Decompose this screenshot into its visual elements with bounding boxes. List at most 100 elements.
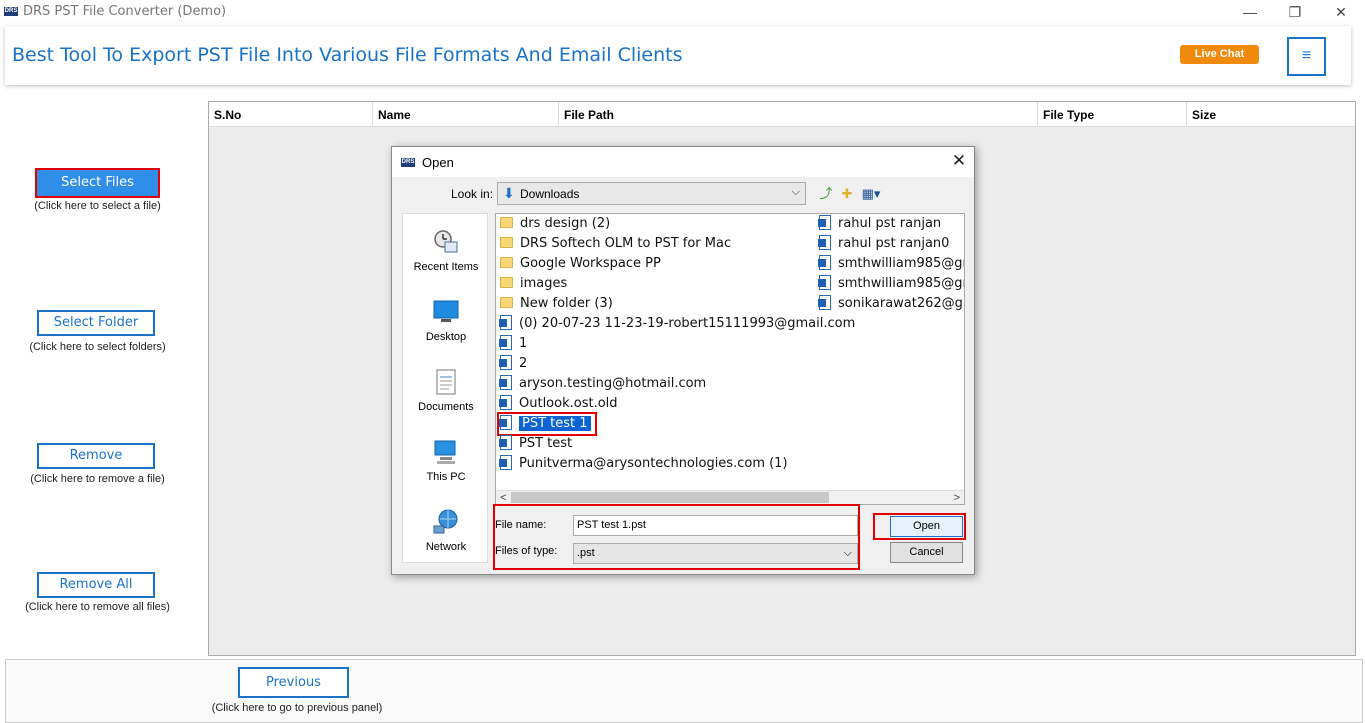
outlook-file-icon — [818, 255, 831, 270]
outlook-file-icon — [499, 355, 512, 370]
header-banner: Best Tool To Export PST File Into Variou… — [5, 26, 1351, 85]
outlook-file-icon — [818, 235, 831, 250]
restore-icon[interactable]: ❐ — [1285, 2, 1305, 22]
downloads-folder-icon: ⬇ — [503, 185, 515, 201]
look-in-label: Look in: — [451, 187, 494, 201]
window-title: DRS PST File Converter (Demo) — [23, 4, 227, 19]
list-item[interactable]: 1 — [499, 334, 527, 354]
place-this-pc[interactable]: This PC — [403, 438, 489, 500]
remove-button[interactable]: Remove — [37, 443, 155, 469]
list-item[interactable]: rahul pst ranjan0 — [818, 234, 949, 254]
open-button[interactable]: Open — [890, 516, 963, 537]
column-header-file-type[interactable]: File Type — [1038, 102, 1187, 127]
chevron-down-icon: ⌵ — [791, 186, 800, 198]
up-folder-icon[interactable]: ⤴ — [818, 186, 834, 201]
documents-icon — [436, 369, 456, 395]
select-folder-button[interactable]: Select Folder — [37, 310, 155, 336]
outlook-file-icon — [499, 335, 512, 350]
place-label: Network — [425, 541, 467, 553]
outlook-file-icon — [818, 295, 831, 310]
open-file-dialog: DRS Open ✕ Look in: ⬇ Downloads ⌵ ⤴ ✚ ▦▾… — [391, 146, 975, 575]
cancel-button[interactable]: Cancel — [890, 542, 963, 563]
list-item[interactable]: drs design (2) — [500, 214, 610, 234]
folder-icon — [500, 257, 513, 268]
folder-icon — [500, 277, 513, 288]
places-sidebar: Recent Items Desktop Documents This PC N… — [402, 213, 488, 563]
place-desktop[interactable]: Desktop — [403, 298, 489, 360]
hamburger-menu-button[interactable]: ≡ — [1287, 37, 1326, 76]
close-icon[interactable]: ✕ — [1331, 2, 1351, 22]
place-documents[interactable]: Documents — [403, 368, 489, 430]
window-titlebar: DRS DRS PST File Converter (Demo) — ❐ ✕ — [0, 0, 1365, 24]
place-label: Desktop — [425, 331, 467, 343]
file-list: drs design (2) DRS Softech OLM to PST fo… — [495, 213, 965, 505]
column-header-file-path[interactable]: File Path — [559, 102, 1038, 127]
outlook-file-icon — [499, 375, 512, 390]
remove-hint: (Click here to remove a file) — [30, 473, 165, 485]
column-header-sno[interactable]: S.No — [209, 102, 373, 127]
live-chat-button[interactable]: Live Chat — [1180, 45, 1259, 64]
list-item[interactable]: aryson.testing@hotmail.com — [499, 374, 706, 394]
list-item[interactable]: New folder (3) — [500, 294, 613, 314]
dialog-title: Open — [422, 155, 454, 170]
column-header-name[interactable]: Name — [373, 102, 559, 127]
look-in-value: Downloads — [520, 187, 580, 201]
files-of-type-dropdown[interactable]: .pst ⌵ — [573, 543, 858, 564]
list-item[interactable]: images — [500, 274, 567, 294]
dialog-close-icon[interactable]: ✕ — [949, 151, 969, 171]
horizontal-scrollbar[interactable]: < > — [496, 490, 964, 504]
list-item[interactable]: PST test — [499, 434, 572, 454]
folder-icon — [500, 237, 513, 248]
outlook-file-icon — [499, 395, 512, 410]
outlook-file-icon — [499, 455, 512, 470]
scroll-right-icon[interactable]: > — [954, 491, 960, 504]
chevron-down-icon: ⌵ — [843, 547, 852, 559]
previous-hint: (Click here to go to previous panel) — [211, 702, 383, 714]
scroll-left-icon[interactable]: < — [500, 491, 506, 504]
dialog-titlebar: DRS Open ✕ — [392, 147, 974, 177]
remove-all-hint: (Click here to remove all files) — [25, 601, 170, 613]
folder-icon — [500, 217, 513, 228]
files-of-type-value: .pst — [577, 547, 595, 559]
place-recent-items[interactable]: Recent Items — [403, 228, 489, 290]
place-network[interactable]: Network — [403, 508, 489, 570]
list-item[interactable]: Outlook.ost.old — [499, 394, 618, 414]
outlook-file-icon — [818, 215, 831, 230]
network-icon — [433, 509, 458, 534]
page-title: Best Tool To Export PST File Into Variou… — [12, 44, 683, 66]
outlook-file-icon — [499, 415, 512, 430]
list-item[interactable]: sonikarawat262@gma — [818, 294, 964, 314]
new-folder-icon[interactable]: ✚ — [839, 186, 855, 201]
list-item[interactable]: rahul pst ranjan — [818, 214, 941, 234]
list-item[interactable]: Punitverma@arysontechnologies.com (1) — [499, 454, 788, 474]
files-of-type-label: Files of type: — [495, 545, 558, 557]
list-item[interactable]: 2 — [499, 354, 527, 374]
list-item[interactable]: smthwilliam985@gma — [818, 254, 964, 274]
place-label: Documents — [418, 401, 474, 413]
scrollbar-thumb[interactable] — [511, 492, 829, 503]
table-header: S.No Name File Path File Type Size — [209, 102, 1355, 127]
file-name-input[interactable]: PST test 1.pst — [573, 515, 858, 536]
list-item[interactable]: Google Workspace PP — [500, 254, 661, 274]
list-item[interactable]: (0) 20-07-23 11-23-19-robert15111993@gma… — [499, 314, 855, 334]
outlook-file-icon — [499, 435, 512, 450]
file-name-label: File name: — [495, 519, 547, 531]
column-header-size[interactable]: Size — [1187, 102, 1355, 127]
remove-all-button[interactable]: Remove All — [37, 572, 155, 598]
minimize-icon[interactable]: — — [1240, 2, 1260, 22]
computer-icon — [434, 440, 456, 464]
place-label: Recent Items — [413, 261, 479, 273]
recent-items-icon — [434, 230, 458, 253]
look-in-dropdown[interactable]: ⬇ Downloads ⌵ — [497, 182, 806, 205]
selected-list-item[interactable]: PST test 1 — [497, 412, 597, 436]
select-files-hint: (Click here to select a file) — [34, 200, 161, 212]
list-item[interactable]: smthwilliam985@gma — [818, 274, 964, 294]
view-menu-icon[interactable]: ▦▾ — [860, 186, 882, 201]
folder-icon — [500, 297, 513, 308]
dialog-app-icon: DRS — [401, 158, 415, 167]
list-item[interactable]: DRS Softech OLM to PST for Mac — [500, 234, 731, 254]
outlook-file-icon — [818, 275, 831, 290]
select-files-button[interactable]: Select Files — [35, 168, 160, 198]
previous-button[interactable]: Previous — [238, 667, 349, 698]
desktop-icon — [433, 300, 459, 322]
